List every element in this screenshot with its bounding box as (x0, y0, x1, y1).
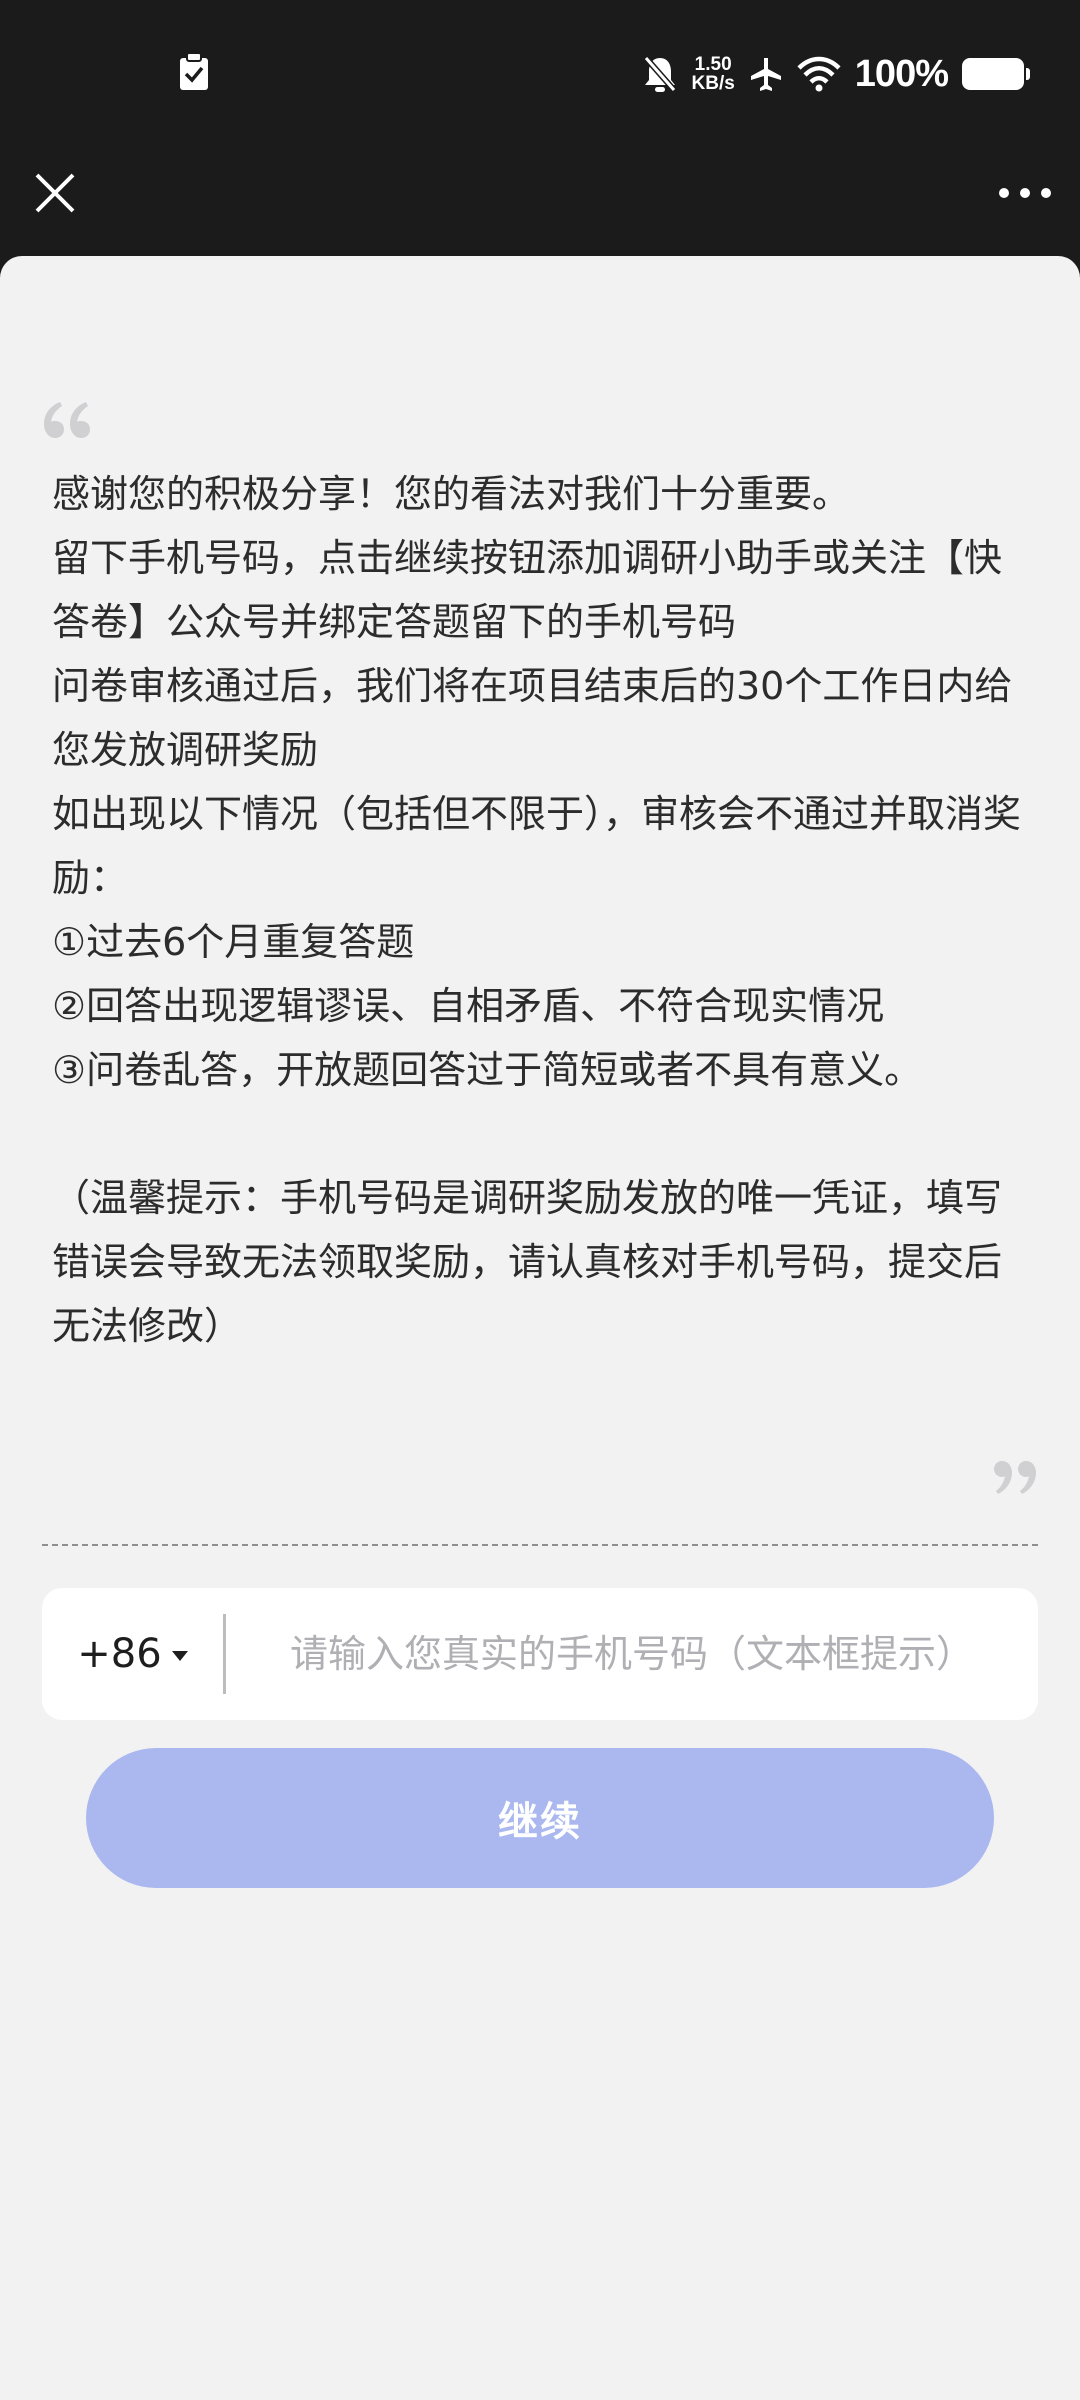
message-line-blank (52, 1102, 1032, 1166)
bell-off-icon (643, 56, 676, 92)
content-sheet: 感谢您的积极分享！您的看法对我们十分重要。 留下手机号码，点击继续按钮添加调研小… (0, 256, 1080, 2400)
airplane-icon (750, 58, 781, 91)
notice-message: 感谢您的积极分享！您的看法对我们十分重要。 留下手机号码，点击继续按钮添加调研小… (52, 462, 1032, 1358)
close-quote-icon (994, 1461, 1036, 1494)
status-icons: 1.50 KB/s 100% (642, 44, 1030, 104)
caret-down-icon (171, 1651, 188, 1661)
open-quote-icon (44, 402, 90, 438)
phone-number-input[interactable] (290, 1588, 1008, 1720)
message-line: 问卷审核通过后，我们将在项目结束后的30个工作日内给您发放调研奖励 (52, 664, 1013, 772)
message-line: 感谢您的积极分享！您的看法对我们十分重要。 (52, 472, 851, 516)
dashed-divider (42, 1544, 1038, 1546)
title-bar (0, 148, 1080, 258)
message-line: 如出现以下情况（包括但不限于），审核会不通过并取消奖励： (52, 792, 1022, 900)
wifi-icon (797, 56, 841, 92)
message-line: 留下手机号码，点击继续按钮添加调研小助手或关注【快答卷】公众号并绑定答题留下的手… (52, 536, 1003, 644)
phone-input-group: +86 (42, 1588, 1038, 1720)
message-line: ②回答出现逻辑谬误、自相矛盾、不符合现实情况 (52, 984, 885, 1028)
country-code-label: +86 (77, 1631, 162, 1677)
network-speed-unit: KB/s (691, 73, 735, 94)
clipboard-check-icon (180, 52, 208, 90)
message-line: ③问卷乱答，开放题回答过于简短或者不具有意义。 (52, 1048, 923, 1092)
more-horizontal-icon (999, 188, 1051, 198)
message-line: ①过去6个月重复答题 (52, 920, 415, 964)
close-icon (35, 173, 75, 213)
close-button[interactable] (28, 166, 82, 220)
continue-button[interactable]: 继续 (86, 1748, 994, 1888)
network-speed: 1.50 KB/s (692, 55, 735, 93)
message-line: （温馨提示：手机号码是调研奖励发放的唯一凭证，填写错误会导致无法领取奖励，请认真… (52, 1176, 1003, 1348)
more-button[interactable] (992, 166, 1058, 220)
network-speed-value: 1.50 (694, 54, 732, 75)
status-bar: 1.50 KB/s 100% (0, 0, 1080, 148)
battery-icon (962, 58, 1030, 90)
battery-percent: 100% (854, 52, 949, 95)
country-code-select[interactable]: +86 (42, 1614, 226, 1694)
